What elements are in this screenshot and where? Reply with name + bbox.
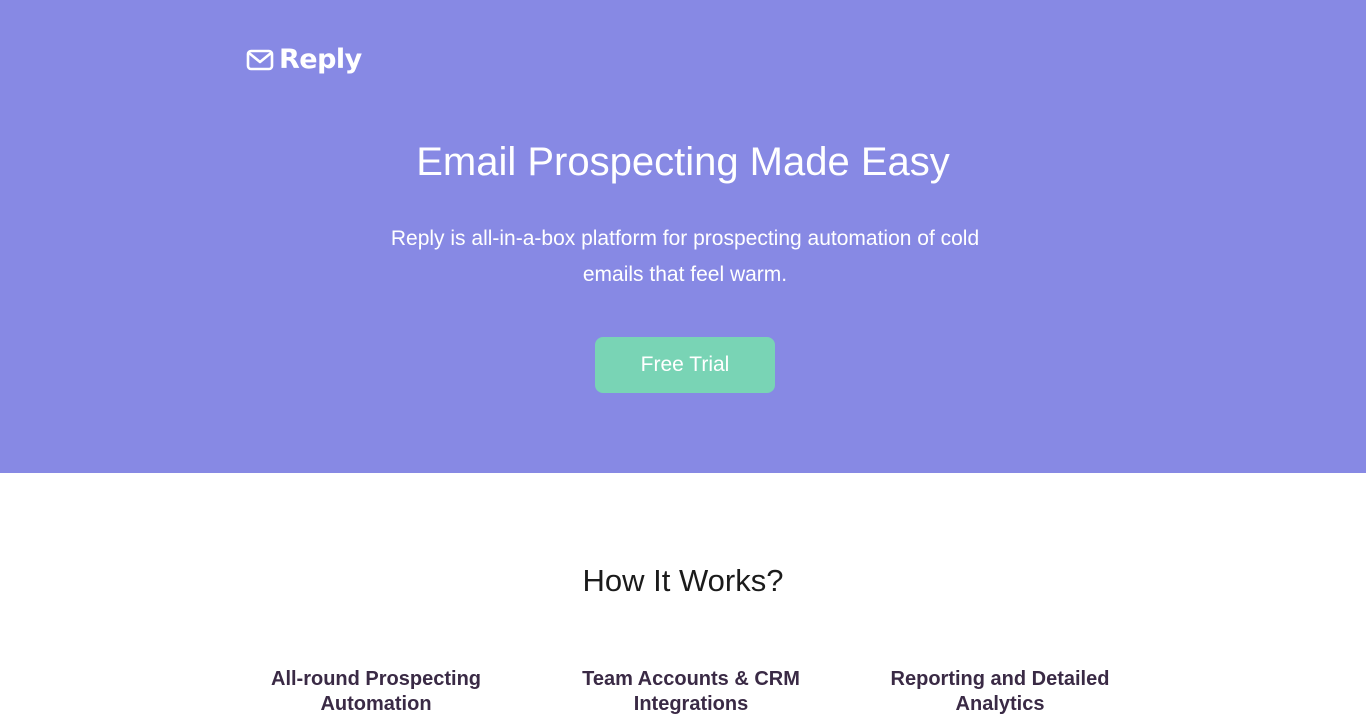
hero-section: Reply Email Prospecting Made Easy Reply … [0,0,1366,473]
free-trial-button[interactable]: Free Trial [595,337,775,393]
logo-text: Reply [279,44,362,75]
envelope-icon [246,46,274,74]
feature-title-prospecting: All-round Prospecting Automation [271,668,481,715]
logo-link[interactable]: Reply [246,44,362,76]
feature-title-reporting: Reporting and Detailed Analytics [890,668,1110,715]
hero-subtitle: Reply is all-in-a-box platform for prosp… [390,227,980,286]
section-title: How It Works? [582,563,784,598]
feature-title-team-accounts: Team Accounts & CRM Integrations [582,668,800,715]
hero-title: Email Prospecting Made Easy [416,140,950,184]
